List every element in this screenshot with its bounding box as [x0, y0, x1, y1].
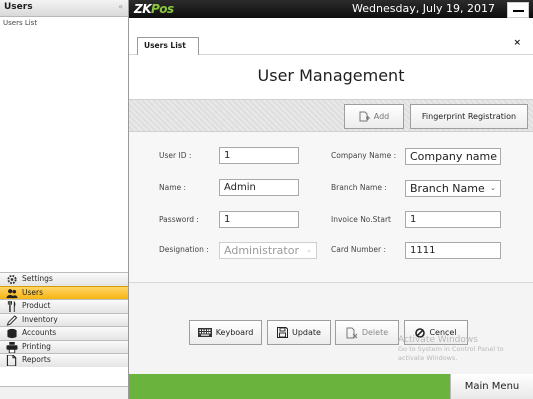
sidebar-menu: Settings Users Product Inventory Account…: [0, 272, 128, 367]
password-label: Password :: [159, 215, 199, 224]
chevron-down-icon: ⌄: [306, 246, 312, 254]
main-menu-button[interactable]: Main Menu: [450, 374, 533, 399]
logo-accent: Pos: [151, 2, 174, 16]
user-form: User ID : 1 Name : Admin Password : 1 De…: [129, 132, 533, 282]
company-name-label: Company Name :: [331, 151, 397, 160]
sidebar-item-label: Printing: [22, 341, 51, 351]
gear-icon: [7, 274, 17, 285]
password-field[interactable]: 1: [219, 211, 299, 228]
company-name-select[interactable]: Company name ⌄: [405, 148, 501, 165]
sidebar-item-printing[interactable]: Printing: [0, 339, 128, 353]
card-number-label: Card Number :: [331, 245, 386, 254]
add-document-icon: [359, 111, 370, 122]
sidebar-item-users-list[interactable]: Users List: [3, 19, 37, 27]
delete-button-label: Delete: [361, 328, 389, 337]
sidebar-item-inventory[interactable]: Inventory: [0, 312, 128, 326]
title-bar: ZKPos Wednesday, July 19, 2017: [129, 0, 533, 18]
tab-strip: Users List ×: [129, 18, 533, 55]
watermark-subtitle: Go to System in Control Panel to activat…: [398, 345, 504, 362]
close-icon[interactable]: ×: [513, 38, 521, 48]
footer-bar: Main Menu: [129, 374, 533, 399]
sidebar-header: Users «: [0, 0, 128, 17]
sidebar-item-label: Accounts: [22, 328, 57, 337]
branch-name-value: Branch Name: [410, 182, 485, 195]
minimize-icon: [513, 10, 524, 12]
card-number-field[interactable]: 1111: [405, 242, 501, 259]
sidebar-item-label: Users: [22, 287, 44, 297]
user-id-label: User ID :: [159, 151, 192, 160]
fingerprint-registration-button[interactable]: Fingerprint Registration: [410, 104, 528, 129]
name-label: Name :: [159, 183, 187, 192]
chevron-down-icon: ⌄: [490, 152, 496, 160]
watermark-title: Activate Windows: [398, 335, 478, 345]
user-id-field[interactable]: 1: [219, 147, 299, 164]
sidebar-item-label: Reports: [22, 355, 51, 364]
sidebar-item-product[interactable]: Product: [0, 299, 128, 313]
sidebar-item-accounts[interactable]: Accounts: [0, 326, 128, 340]
page-title: User Management: [257, 66, 405, 85]
add-button-label: Add: [373, 112, 390, 121]
users-icon: [6, 288, 18, 298]
pencil-icon: [6, 314, 18, 326]
sidebar-item-reports[interactable]: Reports: [0, 353, 128, 367]
fingerprint-button-label: Fingerprint Registration: [421, 112, 517, 121]
app-logo: ZKPos: [134, 2, 174, 16]
sidebar-item-users[interactable]: Users: [0, 285, 128, 299]
name-field[interactable]: Admin: [219, 179, 299, 196]
company-name-value: Company name: [410, 150, 498, 163]
logo-main: ZK: [134, 2, 152, 16]
sidebar-item-label: Settings: [22, 274, 53, 283]
sidebar-title: Users: [4, 2, 33, 12]
tab-users-list[interactable]: Users List: [137, 37, 199, 55]
report-icon: [6, 355, 17, 366]
chevron-down-icon: ⌄: [490, 184, 496, 192]
printer-icon: [6, 341, 18, 353]
action-bar: Add Fingerprint Registration: [129, 99, 533, 132]
save-icon: [277, 327, 288, 338]
branch-name-select[interactable]: Branch Name ⌄: [405, 180, 501, 197]
designation-label: Designation :: [159, 245, 209, 254]
sidebar-item-settings[interactable]: Settings: [0, 272, 128, 286]
invoice-start-field[interactable]: 1: [405, 211, 501, 228]
cutlery-icon: [7, 301, 16, 312]
coins-icon: [7, 328, 17, 339]
keyboard-button-label: Keyboard: [215, 328, 254, 337]
add-button[interactable]: Add: [344, 104, 404, 129]
sidebar-scroll-strip[interactable]: [0, 386, 128, 399]
invoice-start-label: Invoice No.Start: [331, 215, 391, 224]
delete-document-icon: [346, 327, 358, 338]
sidebar-item-label: Product: [22, 301, 51, 310]
keyboard-icon: [197, 328, 212, 337]
designation-select: Administrator ⌄: [219, 242, 317, 259]
update-button-label: Update: [292, 328, 321, 337]
minimize-button[interactable]: [507, 2, 529, 18]
delete-button[interactable]: Delete: [335, 320, 399, 345]
collapse-icon[interactable]: «: [118, 2, 123, 11]
sidebar: Users « Users List Settings Users Produc…: [0, 0, 129, 399]
update-button[interactable]: Update: [267, 320, 331, 345]
designation-value: Administrator: [224, 244, 299, 257]
keyboard-button[interactable]: Keyboard: [189, 320, 262, 345]
branch-name-label: Branch Name :: [331, 183, 387, 192]
sidebar-item-label: Inventory: [22, 314, 58, 324]
activate-windows-watermark: Activate Windows Go to System in Control…: [398, 335, 528, 363]
date-display: Wednesday, July 19, 2017: [352, 2, 495, 15]
